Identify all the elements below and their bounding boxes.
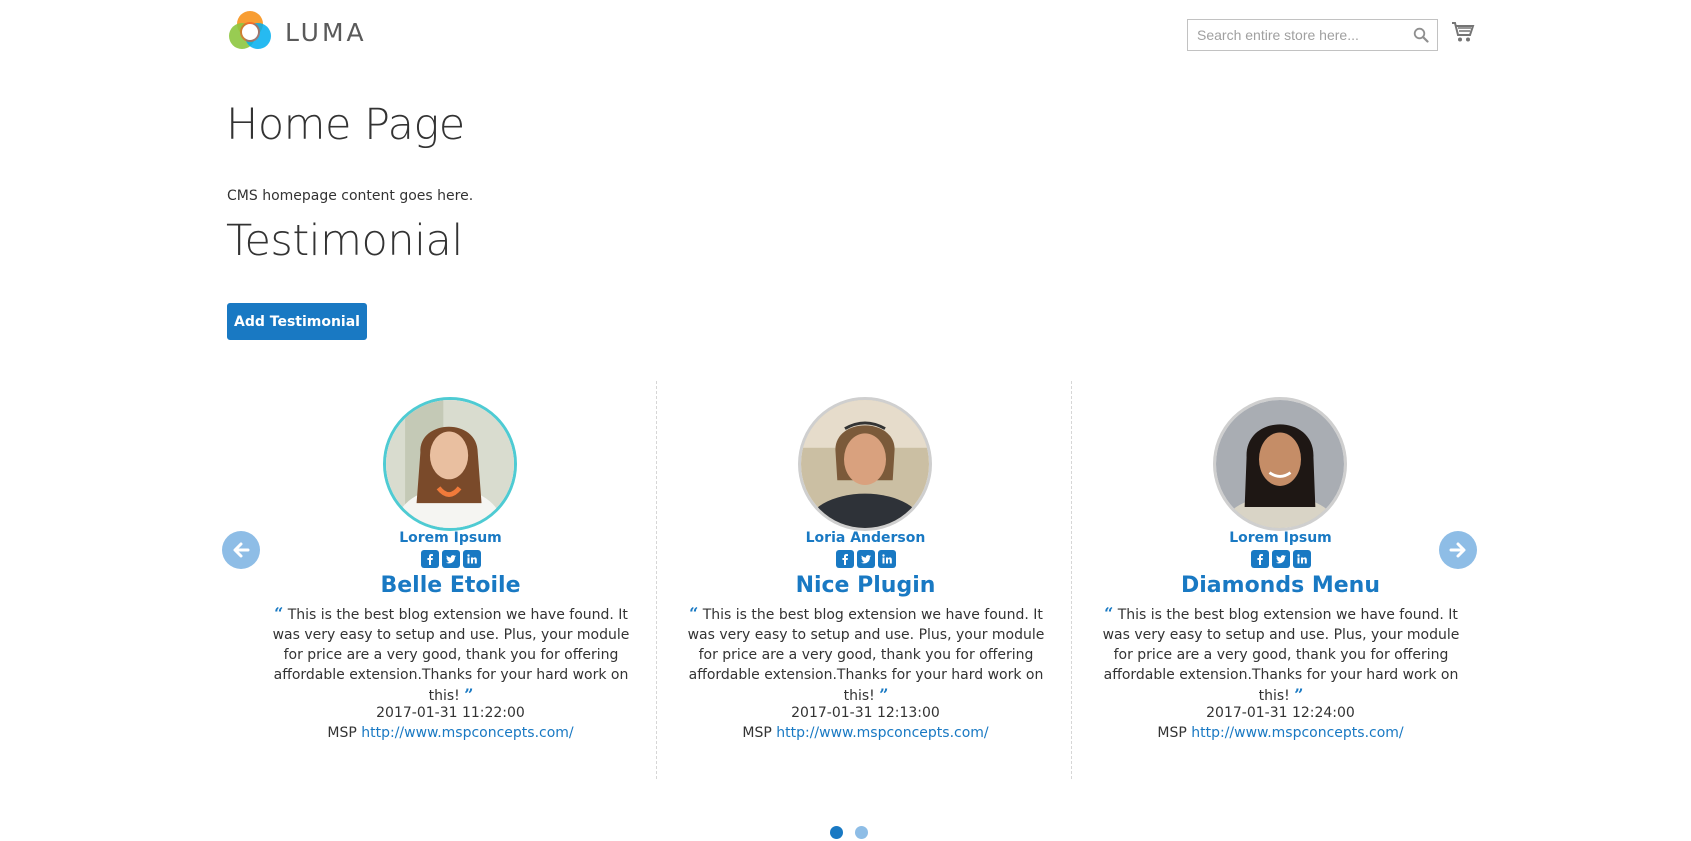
testimonial-author: Lorem Ipsum: [399, 530, 502, 546]
quote-close-icon: ”: [1294, 685, 1304, 704]
slider-next-button[interactable]: [1439, 531, 1477, 569]
quote-text: This is the best blog extension we have …: [1102, 607, 1460, 704]
testimonial-product: Nice Plugin: [795, 573, 936, 598]
facebook-icon[interactable]: [420, 550, 439, 568]
testimonial-author: Loria Anderson: [805, 530, 926, 546]
arrow-right-icon: [1449, 542, 1466, 558]
social-links: [658, 550, 1073, 568]
facebook-icon[interactable]: [835, 550, 854, 568]
quote-close-icon: ”: [464, 685, 474, 704]
twitter-icon[interactable]: [856, 550, 875, 568]
luma-logo[interactable]: LUMA: [228, 10, 367, 54]
testimonial-product: Belle Etoile: [380, 573, 521, 598]
company-url-link[interactable]: http://www.mspconcepts.com/: [1191, 725, 1403, 741]
pagination-dot-2[interactable]: [855, 826, 868, 839]
testimonial-date: 2017-01-31 11:22:00: [376, 705, 525, 721]
testimonial-card: Loria Anderson Nice Plugin “ This is the…: [658, 381, 1058, 779]
social-links: [243, 550, 658, 568]
testimonial-section-title: Testimonial: [226, 216, 463, 266]
testimonial-company: MSP http://www.mspconcepts.com/: [1073, 725, 1488, 741]
avatar-image: [1216, 400, 1344, 528]
search-box: [1187, 19, 1438, 51]
page-title: Home Page: [226, 100, 465, 150]
search-input[interactable]: [1188, 20, 1403, 50]
avatar: [798, 397, 932, 531]
linkedin-icon[interactable]: [1292, 550, 1311, 568]
arrow-left-icon: [233, 542, 250, 558]
quote-open-icon: “: [274, 604, 284, 623]
avatar-image: [801, 400, 929, 528]
company-name: MSP: [327, 725, 357, 741]
slider-pagination: [830, 826, 868, 839]
cart-icon[interactable]: [1451, 21, 1475, 43]
testimonial-quote: “ This is the best blog extension we hav…: [265, 604, 637, 706]
testimonial-date: 2017-01-31 12:24:00: [1206, 705, 1355, 721]
quote-text: This is the best blog extension we have …: [687, 607, 1045, 704]
company-url-link[interactable]: http://www.mspconcepts.com/: [776, 725, 988, 741]
testimonial-company: MSP http://www.mspconcepts.com/: [243, 725, 658, 741]
testimonial-company: MSP http://www.mspconcepts.com/: [658, 725, 1073, 741]
pagination-dot-1[interactable]: [830, 826, 843, 839]
quote-text: This is the best blog extension we have …: [272, 607, 630, 704]
testimonial-quote: “ This is the best blog extension we hav…: [1095, 604, 1467, 706]
quote-open-icon: “: [689, 604, 699, 623]
testimonial-card: Lorem Ipsum Belle Etoile “ This is the b…: [243, 381, 643, 779]
linkedin-icon[interactable]: [462, 550, 481, 568]
avatar-image: [386, 400, 514, 528]
testimonial-author: Lorem Ipsum: [1229, 530, 1332, 546]
luma-logo-icon: [229, 11, 271, 49]
social-links: [1073, 550, 1488, 568]
add-testimonial-button[interactable]: Add Testimonial: [227, 303, 367, 340]
quote-open-icon: “: [1104, 604, 1114, 623]
search-icon[interactable]: [1413, 27, 1429, 43]
testimonial-slider: Lorem Ipsum Belle Etoile “ This is the b…: [225, 381, 1475, 779]
testimonial-card: Lorem Ipsum Diamonds Menu “ This is the …: [1073, 381, 1473, 779]
linkedin-icon[interactable]: [877, 550, 896, 568]
company-name: MSP: [1157, 725, 1187, 741]
slider-prev-button[interactable]: [222, 531, 260, 569]
company-url-link[interactable]: http://www.mspconcepts.com/: [361, 725, 573, 741]
testimonial-quote: “ This is the best blog extension we hav…: [680, 604, 1052, 706]
testimonial-product: Diamonds Menu: [1181, 573, 1380, 598]
quote-close-icon: ”: [879, 685, 889, 704]
logo-text: LUMA: [285, 17, 367, 47]
testimonial-date: 2017-01-31 12:13:00: [791, 705, 940, 721]
twitter-icon[interactable]: [1271, 550, 1290, 568]
company-name: MSP: [742, 725, 772, 741]
avatar: [383, 397, 517, 531]
facebook-icon[interactable]: [1250, 550, 1269, 568]
site-header: LUMA: [0, 0, 1691, 70]
avatar: [1213, 397, 1347, 531]
twitter-icon[interactable]: [441, 550, 460, 568]
cms-content-text: CMS homepage content goes here.: [227, 188, 474, 204]
